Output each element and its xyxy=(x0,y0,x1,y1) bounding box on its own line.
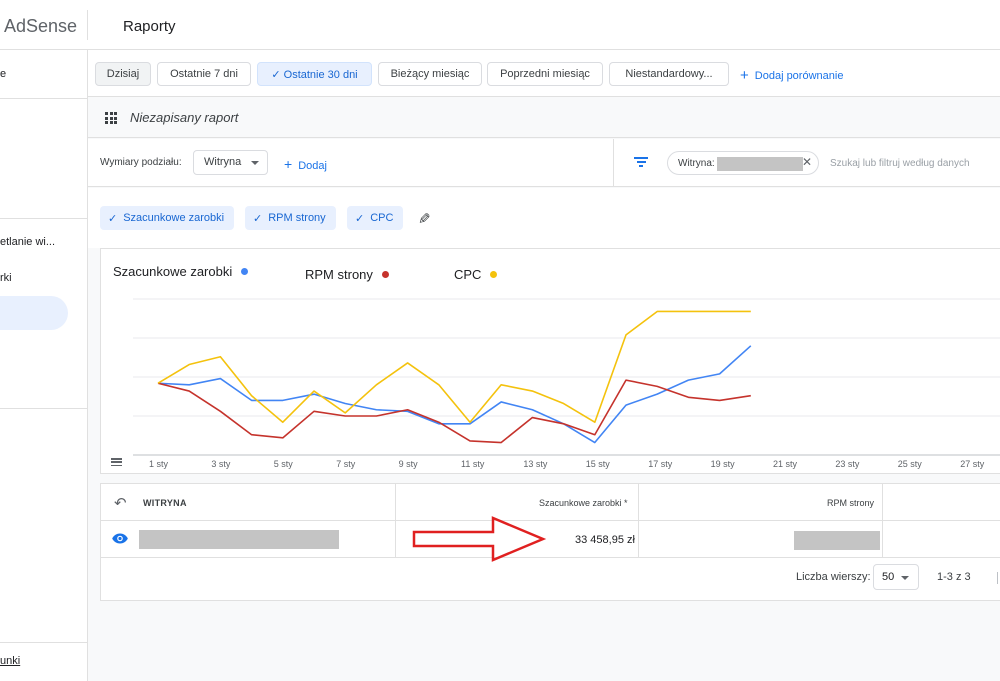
report-header: Niezapisany raport xyxy=(88,98,1000,138)
x-tick-label: 13 sty xyxy=(523,459,548,469)
sidebar-divider xyxy=(0,408,87,409)
metric-chip-cpc[interactable]: ✓ CPC xyxy=(347,206,404,230)
filter-chip-label: Witryna: xyxy=(678,158,715,169)
sidebar-item-display[interactable]: etlanie wi... xyxy=(0,236,55,248)
earnings-value: 33 458,95 zł xyxy=(575,534,635,546)
x-tick-label: 19 sty xyxy=(711,459,736,469)
metric-chip-label: Szacunkowe zarobki xyxy=(123,212,225,224)
sidebar-divider xyxy=(0,642,87,643)
table-toggle-icon[interactable] xyxy=(111,458,122,467)
report-name[interactable]: Niezapisany raport xyxy=(130,110,238,125)
redacted-site-name xyxy=(139,530,339,549)
sidebar: e etlanie wi... rki unki xyxy=(0,50,88,681)
top-bar: AdSense Raporty xyxy=(0,0,1000,50)
filter-search-input[interactable]: Szukaj lub filtruj według danych xyxy=(830,158,970,169)
page-title: Raporty xyxy=(123,18,176,35)
redacted-site-name xyxy=(717,157,803,171)
column-header-earnings[interactable]: Szacunkowe zarobki * xyxy=(539,498,628,508)
x-tick-label: 21 sty xyxy=(773,459,798,469)
check-icon: ✓ xyxy=(108,212,118,225)
app-brand[interactable]: AdSense xyxy=(4,16,77,37)
close-icon[interactable]: ✕ xyxy=(802,155,812,169)
x-tick-label: 11 sty xyxy=(461,459,485,469)
check-icon: ✓ xyxy=(253,212,263,225)
x-tick-label: 27 sty xyxy=(960,459,985,469)
metrics-bar: ✓ Szacunkowe zarobki ✓ RPM strony ✓ CPC ✎ xyxy=(88,188,1000,248)
date-chip-last-30-days[interactable]: ✓ Ostatnie 30 dni xyxy=(257,62,372,86)
column-header-site[interactable]: WITRYNA xyxy=(143,498,187,508)
red-arrow-annotation xyxy=(412,516,547,562)
date-chip-current-month[interactable]: Bieżący miesiąc xyxy=(378,62,482,86)
sidebar-divider xyxy=(0,98,87,99)
rows-per-page-label: Liczba wierszy: xyxy=(796,571,871,583)
pencil-icon[interactable]: ✎ xyxy=(418,210,431,228)
x-tick-label: 3 sty xyxy=(211,459,231,469)
redacted-rpm-value xyxy=(794,531,880,550)
date-chip-today[interactable]: Dzisiaj xyxy=(95,62,151,86)
main-content: Dzisiaj Ostatnie 7 dni ✓ Ostatnie 30 dni… xyxy=(88,50,1000,681)
metric-chip-label: RPM strony xyxy=(268,212,326,224)
data-table: ↶ WITRYNA Szacunkowe zarobki * RPM stron… xyxy=(100,483,1000,601)
add-dimension-label: Dodaj xyxy=(298,160,327,172)
metric-chip-earnings[interactable]: ✓ Szacunkowe zarobki xyxy=(100,206,235,230)
apps-grid-icon[interactable] xyxy=(105,112,117,124)
sidebar-item-home[interactable]: e xyxy=(0,68,6,80)
sidebar-item-reports-parent[interactable]: rki xyxy=(0,272,12,284)
series-line-szacunkowe-zarobki[interactable] xyxy=(157,345,752,444)
x-tick-label: 1 sty xyxy=(149,459,169,469)
plus-icon: + xyxy=(284,156,293,172)
date-range-bar: Dzisiaj Ostatnie 7 dni ✓ Ostatnie 30 dni… xyxy=(88,50,1000,97)
series-line-cpc[interactable] xyxy=(157,310,751,424)
metric-chip-page-rpm[interactable]: ✓ RPM strony xyxy=(245,206,336,230)
first-page-button[interactable] xyxy=(997,572,998,584)
x-tick-label: 7 sty xyxy=(336,459,356,469)
line-chart[interactable]: 1 sty 3 sty 5 sty 7 sty 9 sty 11 sty 13 sty 15 … xyxy=(101,249,1000,475)
filter-icon[interactable] xyxy=(634,157,648,167)
x-tick-label: 5 sty xyxy=(274,459,294,469)
metric-chip-label: CPC xyxy=(370,212,394,224)
sidebar-bottom-link[interactable]: unki xyxy=(0,655,20,667)
x-tick-label: 25 sty xyxy=(898,459,923,469)
undo-icon[interactable]: ↶ xyxy=(114,494,127,512)
check-icon: ✓ xyxy=(355,212,365,225)
add-comparison-button[interactable]: + Dodaj porównanie xyxy=(740,66,844,84)
rows-per-page-value: 50 xyxy=(882,571,895,583)
plus-icon: + xyxy=(740,67,749,84)
caret-down-icon xyxy=(901,576,909,580)
dimensions-filter-bar: Wymiary podziału: Witryna + Dodaj Witryna… xyxy=(88,139,1000,187)
caret-down-icon xyxy=(251,161,259,165)
eye-icon[interactable] xyxy=(112,533,128,544)
date-chip-last-7-days[interactable]: Ostatnie 7 dni xyxy=(157,62,251,86)
sidebar-divider xyxy=(0,218,87,219)
sidebar-item-active[interactable] xyxy=(0,296,68,330)
dimension-select-value: Witryna xyxy=(204,156,242,168)
pagination-range: 1-3 z 3 xyxy=(937,571,971,583)
x-tick-label: 23 sty xyxy=(835,459,860,469)
dimension-select[interactable]: Witryna xyxy=(193,150,268,175)
column-header-page-rpm[interactable]: RPM strony xyxy=(827,498,874,508)
site-filter-chip[interactable]: Witryna: ✕ xyxy=(667,151,819,175)
dimensions-label: Wymiary podziału: xyxy=(100,157,182,168)
add-dimension-button[interactable]: + Dodaj xyxy=(284,156,327,172)
vertical-divider xyxy=(613,139,614,187)
date-chip-custom[interactable]: Niestandardowy... xyxy=(609,62,729,86)
add-comparison-label: Dodaj porównanie xyxy=(754,70,844,82)
x-tick-label: 17 sty xyxy=(648,459,673,469)
x-tick-label: 9 sty xyxy=(399,459,419,469)
chart-card: Szacunkowe zarobki RPM strony CPC 1 sty 3… xyxy=(100,248,1000,474)
table-row: 33 458,95 zł xyxy=(101,516,1000,562)
date-chip-previous-month[interactable]: Poprzedni miesiąc xyxy=(487,62,603,86)
top-divider xyxy=(87,10,88,40)
rows-per-page-select[interactable]: 50 xyxy=(873,564,919,590)
x-tick-label: 15 sty xyxy=(586,459,611,469)
